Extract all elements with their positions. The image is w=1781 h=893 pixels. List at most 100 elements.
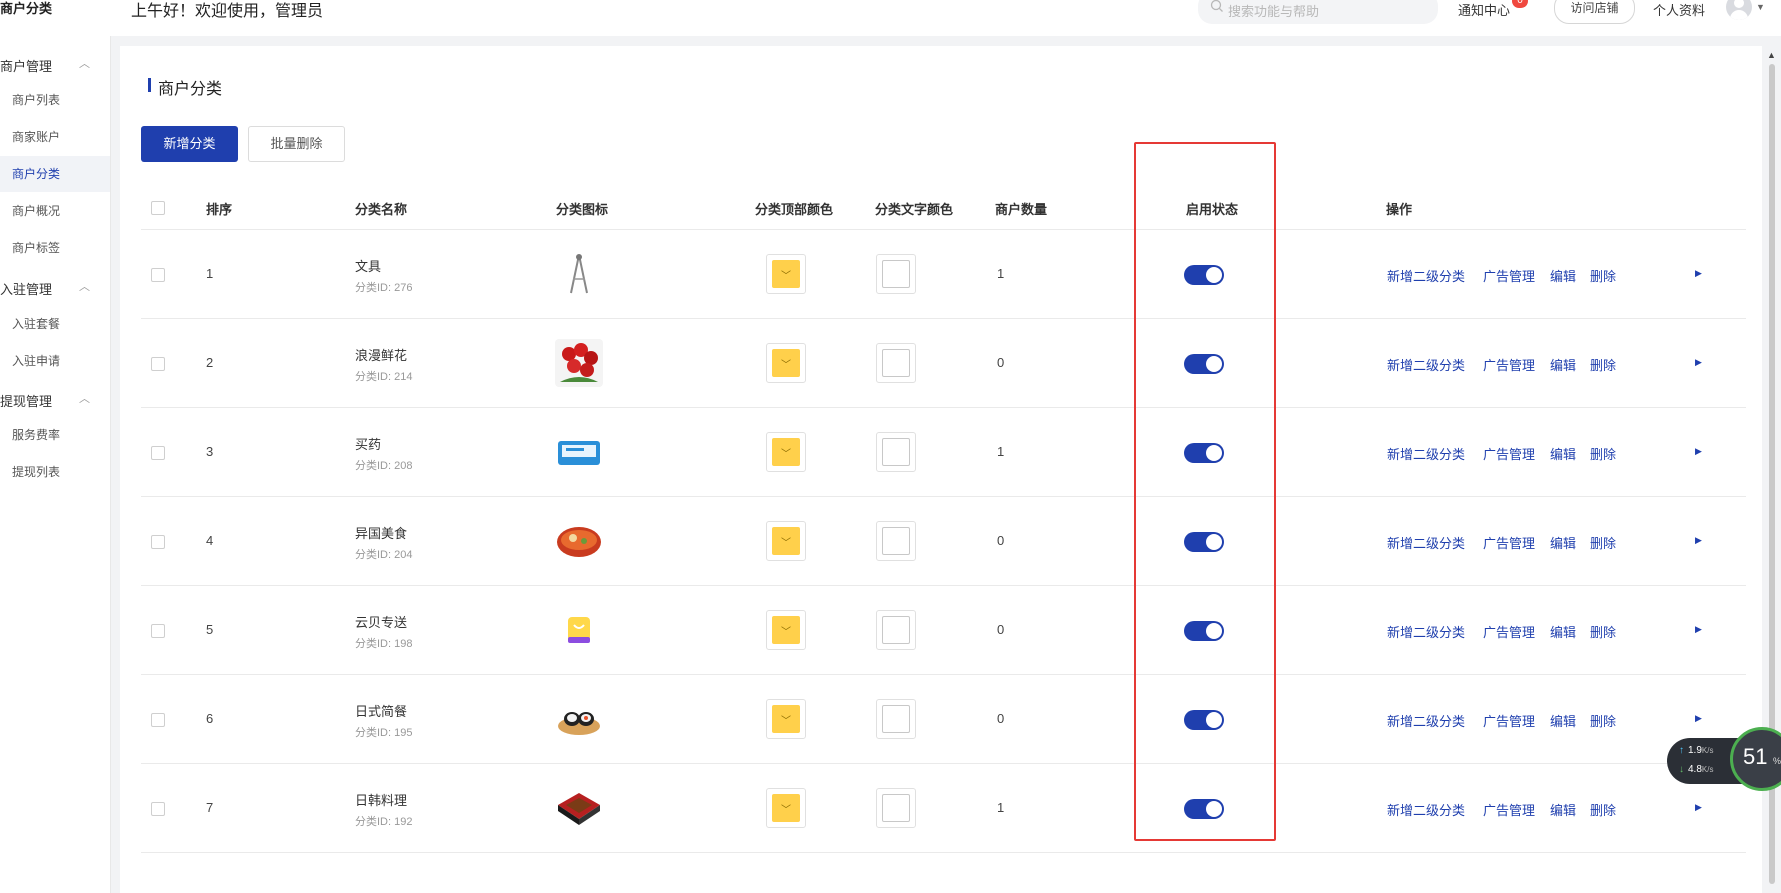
ad-manage-link[interactable]: 广告管理 — [1483, 533, 1535, 552]
add-category-button[interactable]: 新增分类 — [141, 126, 238, 162]
expand-arrow-icon[interactable]: ▶ — [1695, 713, 1702, 724]
text-color-picker[interactable] — [876, 432, 916, 472]
column-header-text-color: 分类文字颜色 — [875, 202, 954, 217]
column-header-icon: 分类图标 — [556, 202, 609, 217]
expand-arrow-icon[interactable]: ▶ — [1695, 802, 1702, 813]
top-color-picker[interactable]: ﹀ — [766, 788, 806, 828]
add-subcategory-link[interactable]: 新增二级分类 — [1387, 444, 1465, 463]
column-header-merchant-count: 商户数量 — [995, 202, 1048, 217]
shopping-bag-icon — [554, 605, 604, 655]
table-row: 1 文具 分类ID: 276 ﹀ 1 新增二级分类 广告管理 编辑 删除 ▶ — [141, 230, 1746, 319]
add-subcategory-link[interactable]: 新增二级分类 — [1387, 622, 1465, 641]
sidebar-group-merchant[interactable]: 商户管理 ︿ — [0, 56, 100, 75]
text-color-picker[interactable] — [876, 343, 916, 383]
page-title: 商户分类 — [158, 81, 223, 98]
ad-manage-link[interactable]: 广告管理 — [1483, 800, 1535, 819]
category-id: 分类ID: 208 — [355, 460, 413, 472]
top-color-picker[interactable]: ﹀ — [766, 699, 806, 739]
select-all-checkbox[interactable] — [151, 201, 165, 215]
text-color-picker[interactable] — [876, 521, 916, 561]
edit-link[interactable]: 编辑 — [1550, 266, 1576, 285]
sidebar-header: 商户分类 — [0, 1, 53, 16]
category-id: 分类ID: 214 — [355, 371, 413, 383]
row-checkbox[interactable] — [151, 713, 165, 727]
top-color-picker[interactable]: ﹀ — [766, 432, 806, 472]
delete-link[interactable]: 删除 — [1590, 266, 1616, 285]
cell-sort: 5 — [206, 622, 214, 637]
chevron-down-icon: ﹀ — [781, 360, 791, 371]
sidebar-item-merchant-tags[interactable]: 商户标签 — [0, 230, 110, 266]
delete-link[interactable]: 删除 — [1590, 622, 1616, 641]
color-swatch — [882, 349, 910, 377]
notice-badge: 0 — [1512, 0, 1528, 8]
sidebar-group-withdraw[interactable]: 提现管理 ︿ — [0, 391, 100, 410]
text-color-picker[interactable] — [876, 788, 916, 828]
notice-center-link[interactable]: 通知中心 — [1458, 0, 1510, 19]
top-color-picker[interactable]: ﹀ — [766, 521, 806, 561]
sidebar-group-settle[interactable]: 入驻管理 ︿ — [0, 279, 100, 298]
color-swatch — [882, 705, 910, 733]
sidebar-item-settle-package[interactable]: 入驻套餐 — [0, 306, 110, 342]
category-name: 云贝专送 — [355, 615, 408, 630]
delete-link[interactable]: 删除 — [1590, 444, 1616, 463]
expand-arrow-icon[interactable]: ▶ — [1695, 446, 1702, 457]
text-color-picker[interactable] — [876, 699, 916, 739]
expand-arrow-icon[interactable]: ▶ — [1695, 624, 1702, 635]
sidebar-item-merchant-account[interactable]: 商家账户 — [0, 119, 110, 155]
top-color-picker[interactable]: ﹀ — [766, 610, 806, 650]
delete-link[interactable]: 删除 — [1590, 711, 1616, 730]
sidebar-item-service-fee[interactable]: 服务费率 — [0, 417, 110, 453]
visit-store-button[interactable]: 访问店铺 — [1554, 0, 1635, 24]
sidebar-item-settle-apply[interactable]: 入驻申请 — [0, 343, 110, 379]
delete-link[interactable]: 删除 — [1590, 533, 1616, 552]
gauge-percent-sign: % — [1773, 756, 1781, 766]
row-checkbox[interactable] — [151, 535, 165, 549]
edit-link[interactable]: 编辑 — [1550, 800, 1576, 819]
caret-down-icon[interactable]: ▼ — [1756, 2, 1765, 12]
row-checkbox[interactable] — [151, 357, 165, 371]
ad-manage-link[interactable]: 广告管理 — [1483, 711, 1535, 730]
search-input[interactable]: 搜索功能与帮助 — [1198, 0, 1438, 24]
sidebar-item-merchant-category[interactable]: 商户分类 — [0, 156, 110, 192]
sidebar-item-withdraw-list[interactable]: 提现列表 — [0, 454, 110, 490]
avatar[interactable] — [1726, 0, 1752, 20]
chevron-up-icon: ︿ — [79, 58, 90, 70]
add-subcategory-link[interactable]: 新增二级分类 — [1387, 711, 1465, 730]
row-checkbox[interactable] — [151, 268, 165, 282]
ad-manage-link[interactable]: 广告管理 — [1483, 266, 1535, 285]
text-color-picker[interactable] — [876, 254, 916, 294]
column-header-name: 分类名称 — [355, 202, 408, 217]
delete-link[interactable]: 删除 — [1590, 355, 1616, 374]
expand-arrow-icon[interactable]: ▶ — [1695, 535, 1702, 546]
ad-manage-link[interactable]: 广告管理 — [1483, 355, 1535, 374]
edit-link[interactable]: 编辑 — [1550, 355, 1576, 374]
top-color-picker[interactable]: ﹀ — [766, 254, 806, 294]
sushi-icon — [554, 694, 604, 744]
expand-arrow-icon[interactable]: ▶ — [1695, 357, 1702, 368]
edit-link[interactable]: 编辑 — [1550, 533, 1576, 552]
ad-manage-link[interactable]: 广告管理 — [1483, 444, 1535, 463]
top-color-picker[interactable]: ﹀ — [766, 343, 806, 383]
add-subcategory-link[interactable]: 新增二级分类 — [1387, 266, 1465, 285]
cell-merchant-count: 0 — [997, 711, 1005, 726]
edit-link[interactable]: 编辑 — [1550, 711, 1576, 730]
row-checkbox[interactable] — [151, 624, 165, 638]
row-checkbox[interactable] — [151, 802, 165, 816]
chevron-down-icon: ﹀ — [781, 271, 791, 282]
batch-delete-button[interactable]: 批量删除 — [248, 126, 345, 162]
add-subcategory-link[interactable]: 新增二级分类 — [1387, 355, 1465, 374]
profile-link[interactable]: 个人资料 — [1653, 0, 1705, 19]
add-subcategory-link[interactable]: 新增二级分类 — [1387, 533, 1465, 552]
text-color-picker[interactable] — [876, 610, 916, 650]
delete-link[interactable]: 删除 — [1590, 800, 1616, 819]
expand-arrow-icon[interactable]: ▶ — [1695, 268, 1702, 279]
sidebar-item-merchant-overview[interactable]: 商户概况 — [0, 193, 110, 229]
scroll-up-icon[interactable]: ▲ — [1767, 50, 1776, 60]
edit-link[interactable]: 编辑 — [1550, 622, 1576, 641]
add-subcategory-link[interactable]: 新增二级分类 — [1387, 800, 1465, 819]
edit-link[interactable]: 编辑 — [1550, 444, 1576, 463]
sidebar-item-merchant-list[interactable]: 商户列表 — [0, 82, 110, 118]
table-row: 4 异国美食 分类ID: 204 ﹀ 0 新增二级分类 广告管理 编辑 删除 ▶ — [141, 497, 1746, 586]
ad-manage-link[interactable]: 广告管理 — [1483, 622, 1535, 641]
row-checkbox[interactable] — [151, 446, 165, 460]
